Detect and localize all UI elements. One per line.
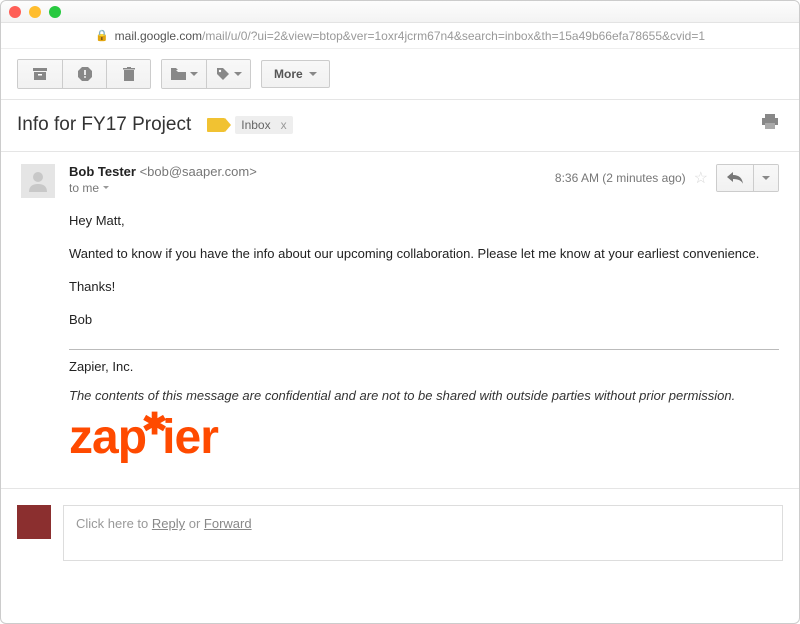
trash-icon bbox=[123, 67, 135, 81]
toolbar: More bbox=[1, 49, 799, 100]
toolbar-group-organize bbox=[161, 59, 251, 89]
chevron-down-icon bbox=[309, 72, 317, 76]
signature-disclaimer: The contents of this message are confide… bbox=[69, 387, 779, 406]
person-icon bbox=[28, 170, 48, 192]
reply-row: Click here to Reply or Forward bbox=[1, 488, 799, 577]
details-chevron-icon[interactable] bbox=[103, 186, 109, 192]
sender-name: Bob Tester bbox=[69, 164, 136, 179]
delete-button[interactable] bbox=[106, 60, 150, 88]
sender-avatar[interactable] bbox=[21, 164, 55, 198]
inbox-chip-label: Inbox bbox=[241, 118, 270, 132]
archive-icon bbox=[33, 68, 47, 80]
recipient-line[interactable]: to me bbox=[69, 181, 555, 195]
window-max-dot[interactable] bbox=[49, 6, 61, 18]
folder-icon bbox=[171, 68, 186, 80]
address-bar[interactable]: 🔒 mail.google.com/mail/u/0/?ui=2&view=bt… bbox=[1, 23, 799, 49]
window-min-dot[interactable] bbox=[29, 6, 41, 18]
inbox-chip[interactable]: Inbox x bbox=[235, 116, 292, 134]
signature-company: Zapier, Inc. bbox=[69, 358, 779, 377]
sender: Bob Tester <bob@saaper.com> bbox=[69, 164, 555, 179]
url-host: mail.google.com bbox=[115, 29, 202, 43]
subject-row: Info for FY17 Project Inbox x bbox=[1, 100, 799, 152]
reply-icon bbox=[727, 172, 743, 184]
lock-icon: 🔒 bbox=[95, 29, 109, 42]
recipient-text: to me bbox=[69, 181, 99, 195]
print-icon bbox=[761, 114, 779, 130]
more-button[interactable]: More bbox=[261, 60, 330, 88]
reply-box[interactable]: Click here to Reply or Forward bbox=[63, 505, 783, 561]
star-button[interactable]: ☆ bbox=[694, 168, 708, 188]
body-thanks: Thanks! bbox=[69, 278, 779, 297]
spam-button[interactable] bbox=[62, 60, 106, 88]
asterisk-icon: ✱ bbox=[142, 410, 166, 440]
reply-prefix: Click here to bbox=[76, 516, 152, 531]
body-paragraph: Wanted to know if you have the info abou… bbox=[69, 245, 779, 264]
label-icon bbox=[216, 67, 230, 81]
email-subject: Info for FY17 Project bbox=[17, 114, 191, 136]
from-line: Bob Tester <bob@saaper.com> to me bbox=[69, 164, 555, 195]
message-container: Bob Tester <bob@saaper.com> to me 8:36 A… bbox=[1, 152, 799, 462]
signature-divider bbox=[69, 349, 779, 350]
window-close-dot[interactable] bbox=[9, 6, 21, 18]
sender-email: <bob@saaper.com> bbox=[140, 164, 257, 179]
forward-link[interactable]: Forward bbox=[204, 516, 252, 531]
more-label: More bbox=[274, 67, 303, 81]
window-titlebar bbox=[1, 1, 799, 23]
url-path: /mail/u/0/?ui=2&view=btop&ver=1oxr4jcrm6… bbox=[202, 29, 705, 43]
my-avatar[interactable] bbox=[17, 505, 51, 539]
body-greeting: Hey Matt, bbox=[69, 212, 779, 231]
reply-more-button[interactable] bbox=[753, 165, 778, 191]
remove-label-icon[interactable]: x bbox=[281, 118, 287, 132]
message-header: Bob Tester <bob@saaper.com> to me 8:36 A… bbox=[21, 164, 779, 198]
message-body: Hey Matt, Wanted to know if you have the… bbox=[69, 212, 779, 462]
archive-button[interactable] bbox=[18, 60, 62, 88]
chevron-down-icon bbox=[190, 72, 198, 76]
message-meta: 8:36 AM (2 minutes ago) ☆ bbox=[555, 164, 779, 192]
reply-link[interactable]: Reply bbox=[152, 516, 185, 531]
print-button[interactable] bbox=[757, 110, 783, 139]
body-signoff: Bob bbox=[69, 311, 779, 330]
spam-icon bbox=[78, 67, 92, 81]
important-label-icon[interactable] bbox=[207, 118, 225, 132]
toolbar-group-actions bbox=[17, 59, 151, 89]
reply-button-group bbox=[716, 164, 779, 192]
chevron-down-icon bbox=[234, 72, 242, 76]
chevron-down-icon bbox=[762, 176, 770, 180]
reply-button[interactable] bbox=[717, 165, 753, 191]
move-to-button[interactable] bbox=[162, 60, 206, 88]
reply-or: or bbox=[185, 516, 204, 531]
timestamp: 8:36 AM (2 minutes ago) bbox=[555, 171, 686, 185]
labels-button[interactable] bbox=[206, 60, 250, 88]
zapier-logo: zap✱ier bbox=[69, 414, 779, 462]
